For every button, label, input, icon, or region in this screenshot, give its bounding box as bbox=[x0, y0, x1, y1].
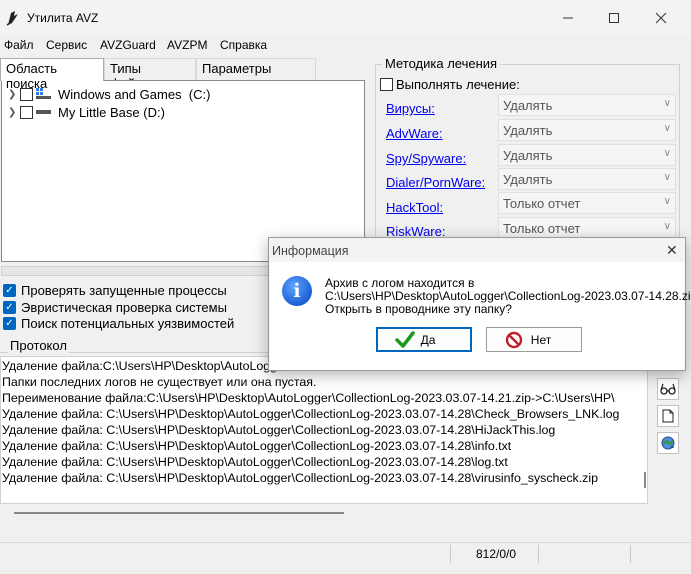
drive-checkbox[interactable] bbox=[20, 105, 33, 119]
minimize-button[interactable] bbox=[545, 0, 591, 36]
select-value: Удалять bbox=[503, 172, 553, 187]
search-tabs: Область поиска Типы файлов Параметры пои… bbox=[0, 58, 366, 91]
log-line: Удаление файла:C:\Users\HP\Desktop\AutoL… bbox=[2, 359, 289, 373]
tree-item-drive-d[interactable]: ❯ My Little Base (D:) bbox=[8, 103, 165, 121]
glasses-button[interactable] bbox=[657, 378, 679, 400]
minimize-icon bbox=[563, 17, 573, 19]
chevron-down-icon: ∨ bbox=[663, 98, 671, 109]
dialog-message-line: Архив с логом находится в bbox=[325, 276, 475, 290]
link-viruses[interactable]: Вирусы: bbox=[386, 101, 435, 116]
status-separator bbox=[630, 545, 631, 563]
close-icon bbox=[655, 12, 667, 24]
tab-file-types[interactable]: Типы файлов bbox=[104, 58, 196, 91]
status-bar: 812/0/0 bbox=[0, 542, 691, 564]
dialog-message-question: Открыть в проводнике эту папку? bbox=[325, 302, 512, 316]
select-value: Удалять bbox=[503, 98, 553, 113]
link-spyware[interactable]: Spy/Spyware: bbox=[386, 151, 466, 166]
yes-button[interactable]: Да bbox=[376, 327, 472, 352]
checkbox-checked-icon[interactable]: ✓ bbox=[3, 316, 16, 330]
log-line: Папки последних логов не существует или … bbox=[2, 375, 317, 389]
checkbox-checked-icon[interactable]: ✓ bbox=[3, 283, 16, 297]
chevron-down-icon: ∨ bbox=[663, 196, 671, 207]
menu-help[interactable]: Справка bbox=[220, 38, 267, 52]
no-button[interactable]: Нет bbox=[486, 327, 582, 352]
option-heuristic-check[interactable]: ✓ Эвристическая проверка системы bbox=[3, 299, 227, 315]
close-button[interactable] bbox=[638, 0, 684, 36]
avz-pen-icon bbox=[6, 11, 18, 26]
protocol-label: Протокол bbox=[8, 338, 69, 353]
select-viruses[interactable]: Удалять ∨ bbox=[498, 94, 676, 116]
log-line: Удаление файла: C:\Users\HP\Desktop\Auto… bbox=[2, 455, 508, 469]
log-vertical-scrollbar[interactable] bbox=[644, 472, 646, 488]
menu-bar: Файл Сервис AVZGuard AVZPM Справка bbox=[0, 36, 691, 56]
log-line: Удаление файла: C:\Users\HP\Desktop\Auto… bbox=[2, 439, 512, 453]
protocol-log[interactable]: Удаление файла:C:\Users\HP\Desktop\AutoL… bbox=[0, 356, 648, 504]
select-value: Удалять bbox=[503, 123, 553, 138]
log-line: Переименование файла:C:\Users\HP\Desktop… bbox=[2, 391, 615, 405]
enable-treatment-label: Выполнять лечение: bbox=[396, 77, 520, 92]
chevron-right-icon[interactable]: ❯ bbox=[8, 107, 20, 118]
hard-drive-icon bbox=[36, 110, 51, 114]
log-horizontal-scrollbar[interactable] bbox=[14, 512, 344, 514]
window-title: Утилита AVZ bbox=[27, 11, 99, 25]
option-label: Эвристическая проверка системы bbox=[21, 299, 227, 315]
glasses-icon bbox=[660, 383, 676, 395]
status-counter: 812/0/0 bbox=[476, 547, 517, 561]
no-button-label: Нет bbox=[530, 332, 552, 347]
log-line: Удаление файла: C:\Users\HP\Desktop\Auto… bbox=[2, 471, 599, 485]
select-hacktool[interactable]: Только отчет ∨ bbox=[498, 192, 676, 214]
checkbox-unchecked-icon[interactable] bbox=[380, 78, 393, 91]
drive-tree: ❯ Windows and Games (C:) ❯ My Little Bas… bbox=[1, 80, 365, 262]
tree-item-label: Windows and Games (C:) bbox=[58, 86, 211, 102]
checkbox-checked-icon[interactable]: ✓ bbox=[3, 300, 16, 314]
dialog-title: Информация bbox=[272, 244, 349, 258]
menu-file[interactable]: Файл bbox=[4, 38, 34, 52]
select-advware[interactable]: Удалять ∨ bbox=[498, 119, 676, 141]
select-dialer[interactable]: Удалять ∨ bbox=[498, 168, 676, 190]
enable-treatment-checkbox[interactable]: Выполнять лечение: bbox=[380, 77, 520, 92]
option-label: Проверять запущенные процессы bbox=[21, 282, 227, 298]
dialog-close-icon[interactable]: ✕ bbox=[666, 242, 678, 259]
chevron-down-icon: ∨ bbox=[663, 172, 671, 183]
select-riskware[interactable]: Только отчет ∨ bbox=[498, 217, 676, 239]
maximize-icon bbox=[609, 13, 619, 23]
link-hacktool[interactable]: HackTool: bbox=[386, 200, 443, 215]
treatment-group-title: Методика лечения bbox=[382, 56, 501, 71]
option-vulnerability-search[interactable]: ✓ Поиск потенциальных уязвимостей bbox=[3, 315, 234, 331]
chevron-down-icon: ∨ bbox=[663, 221, 671, 232]
globe-icon bbox=[661, 436, 675, 450]
log-line: Удаление файла: C:\Users\HP\Desktop\Auto… bbox=[2, 423, 556, 437]
menu-avzpm[interactable]: AVZPM bbox=[167, 38, 207, 52]
network-button[interactable] bbox=[657, 432, 679, 454]
select-value: Удалять bbox=[503, 148, 553, 163]
tab-search-area[interactable]: Область поиска bbox=[0, 58, 104, 91]
link-advware[interactable]: AdvWare: bbox=[386, 126, 443, 141]
tree-item-label: My Little Base (D:) bbox=[58, 104, 165, 120]
option-label: Поиск потенциальных уязвимостей bbox=[21, 315, 235, 331]
tab-search-params[interactable]: Параметры поиска bbox=[196, 58, 316, 91]
select-value: Только отчет bbox=[503, 221, 581, 236]
status-separator bbox=[450, 545, 451, 563]
log-line: Удаление файла: C:\Users\HP\Desktop\Auto… bbox=[2, 407, 620, 421]
status-separator bbox=[538, 545, 539, 563]
document-icon bbox=[662, 409, 674, 423]
title-bar: Утилита AVZ bbox=[0, 0, 691, 36]
new-document-button[interactable] bbox=[657, 405, 679, 427]
menu-avzguard[interactable]: AVZGuard bbox=[100, 38, 156, 52]
link-dialer[interactable]: Dialer/PornWare: bbox=[386, 175, 485, 190]
maximize-button[interactable] bbox=[591, 0, 637, 36]
menu-service[interactable]: Сервис bbox=[46, 38, 87, 52]
chevron-down-icon: ∨ bbox=[663, 148, 671, 159]
info-icon: i bbox=[282, 276, 312, 306]
select-value: Только отчет bbox=[503, 196, 581, 211]
select-spyware[interactable]: Удалять ∨ bbox=[498, 144, 676, 166]
chevron-down-icon: ∨ bbox=[663, 123, 671, 134]
no-entry-icon bbox=[505, 331, 523, 349]
option-check-processes[interactable]: ✓ Проверять запущенные процессы bbox=[3, 282, 227, 298]
yes-button-label: Да bbox=[420, 332, 436, 347]
dialog-message-path: C:\Users\HP\Desktop\AutoLogger\Collectio… bbox=[325, 289, 691, 303]
checkmark-icon bbox=[395, 331, 415, 348]
